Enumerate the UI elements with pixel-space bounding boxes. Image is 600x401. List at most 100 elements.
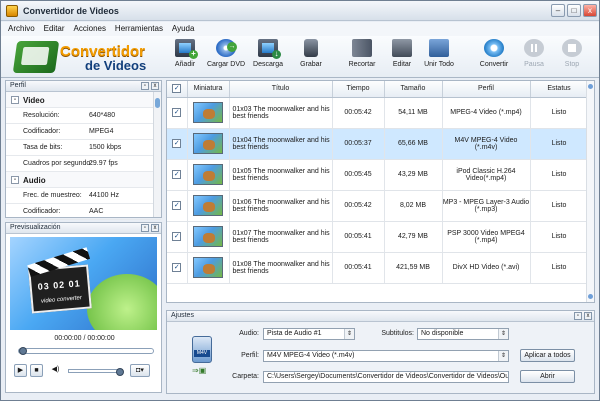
header-time[interactable]: Tiempo xyxy=(332,81,385,98)
video-status: Listo xyxy=(530,190,589,222)
edit-button[interactable]: Editar xyxy=(387,39,417,75)
menu-archivo[interactable]: Archivo xyxy=(8,22,35,36)
collapse-icon[interactable]: - xyxy=(11,176,19,184)
profile-select[interactable]: M4V MPEG-4 Video (*.m4v) ⇕ xyxy=(263,350,509,362)
row-checkbox[interactable]: ✓ xyxy=(172,201,182,210)
header-title[interactable]: Título xyxy=(229,81,333,98)
video-thumbnail[interactable] xyxy=(193,133,223,154)
pause-button[interactable]: Pausa xyxy=(520,39,548,75)
convert-button[interactable]: Convertir xyxy=(477,39,511,75)
menu-herramientas[interactable]: Herramientas xyxy=(115,22,163,36)
load-dvd-button[interactable]: → Cargar DVD xyxy=(206,39,246,75)
video-profile[interactable]: DivX HD Video (*.avi) xyxy=(442,252,531,284)
profile-scrollbar[interactable] xyxy=(153,92,161,217)
menu-bar: Archivo Editar Acciones Herramientas Ayu… xyxy=(1,22,599,36)
panel-pin-icon[interactable]: ▫ xyxy=(141,224,149,232)
leaf-icon xyxy=(87,274,157,330)
app-icon xyxy=(6,5,18,17)
stop-icon xyxy=(562,39,582,57)
add-button[interactable]: + Añadir xyxy=(169,39,201,75)
video-profile[interactable]: MP3 - MPEG Layer-3 Audio (*.mp3) xyxy=(442,190,531,222)
save-profile-icon[interactable]: ⇒▣ xyxy=(192,366,212,376)
dropdown-arrow-icon[interactable]: ⇕ xyxy=(498,351,508,361)
video-thumbnail[interactable] xyxy=(193,257,223,278)
collapse-icon[interactable]: - xyxy=(11,96,19,104)
video-status: Listo xyxy=(530,97,589,129)
volume-slider[interactable] xyxy=(68,368,124,376)
stop-preview-button[interactable]: ■ xyxy=(30,364,43,377)
preview-timecode: 00:00:00 / 00:00:00 xyxy=(54,335,115,342)
minimize-button[interactable]: – xyxy=(551,4,565,17)
panel-pin-icon[interactable]: ▫ xyxy=(574,312,582,320)
device-icon xyxy=(304,39,318,57)
record-button[interactable]: Grabar xyxy=(296,39,326,75)
close-button[interactable]: x xyxy=(583,4,597,17)
trim-button[interactable]: Recortar xyxy=(344,39,380,75)
maximize-button[interactable]: □ xyxy=(567,4,581,17)
video-thumbnail[interactable] xyxy=(193,164,223,185)
menu-acciones[interactable]: Acciones xyxy=(74,22,106,36)
download-button[interactable]: ↓ Descarga xyxy=(249,39,287,75)
row-checkbox[interactable]: ✓ xyxy=(172,263,182,272)
audio-select[interactable]: Pista de Audio #1 ⇕ xyxy=(263,328,355,340)
row-checkbox[interactable]: ✓ xyxy=(172,108,182,117)
seek-knob[interactable] xyxy=(19,347,27,355)
folder-input[interactable]: C:\Users\Sergey\Documents\Convertidor de… xyxy=(263,371,509,383)
table-row[interactable]: ✓ 01x08 The moonwalker and his best frien… xyxy=(167,252,589,284)
play-button[interactable]: ▶ xyxy=(14,364,27,377)
row-checkbox[interactable]: ✓ xyxy=(172,139,182,148)
open-button[interactable]: Abrir xyxy=(520,370,575,383)
scroll-thumb[interactable] xyxy=(155,98,160,108)
seek-slider[interactable] xyxy=(18,347,154,355)
row-checkbox[interactable]: ✓ xyxy=(172,232,182,241)
window-title: Convertidor de Videos xyxy=(23,6,119,16)
video-thumbnail[interactable] xyxy=(193,102,223,123)
panel-pin-icon[interactable]: ▫ xyxy=(141,82,149,90)
panel-close-icon[interactable]: x xyxy=(151,82,159,90)
video-profile[interactable]: MPEG-4 Video (*.mp4) xyxy=(442,97,531,129)
table-row[interactable]: ✓ 01x03 The moonwalker and his best frien… xyxy=(167,97,589,129)
select-all-checkbox[interactable]: ✓ xyxy=(167,81,188,98)
add-video-icon: + xyxy=(175,39,198,59)
dropdown-arrow-icon[interactable]: ⇕ xyxy=(498,329,508,339)
video-status: Listo xyxy=(530,128,589,160)
profile-panel-header: Perfil ▫ x xyxy=(6,81,161,92)
video-profile[interactable]: PSP 3000 Video MPEG4 (*.mp4) xyxy=(442,221,531,253)
video-time: 00:05:42 xyxy=(332,97,385,129)
video-size: 421,59 MB xyxy=(384,252,443,284)
table-row[interactable]: ✓ 01x05 The moonwalker and his best frien… xyxy=(167,159,589,191)
video-time: 00:05:42 xyxy=(332,190,385,222)
volume-knob[interactable] xyxy=(116,368,124,376)
table-row-selected[interactable]: ✓ 01x04 The moonwalker and his best frien… xyxy=(167,128,589,160)
header-thumbnail[interactable]: Miniatura xyxy=(187,81,230,98)
video-thumbnail[interactable] xyxy=(193,195,223,216)
menu-ayuda[interactable]: Ayuda xyxy=(172,22,195,36)
video-size: 8,02 MB xyxy=(384,190,443,222)
header-size[interactable]: Tamaño xyxy=(384,81,443,98)
panel-close-icon[interactable]: x xyxy=(584,312,592,320)
snapshot-button[interactable]: ◘▾ xyxy=(130,364,150,377)
video-profile[interactable]: M4V MPEG-4 Video (*.m4v) xyxy=(442,128,531,160)
subtitles-select[interactable]: No disponible ⇕ xyxy=(417,328,509,340)
profile-format-icon[interactable] xyxy=(192,336,212,363)
table-row[interactable]: ✓ 01x06 The moonwalker and his best frien… xyxy=(167,190,589,222)
scroll-up-icon[interactable] xyxy=(588,84,593,89)
video-group[interactable]: - Video xyxy=(6,92,161,108)
menu-editar[interactable]: Editar xyxy=(44,22,65,36)
header-status[interactable]: Estatus xyxy=(530,81,589,98)
dropdown-arrow-icon[interactable]: ⇕ xyxy=(344,329,354,339)
folder-label: Carpeta: xyxy=(232,373,259,380)
video-profile[interactable]: iPod Classic H.264 Video(*.mp4) xyxy=(442,159,531,191)
table-scrollbar[interactable] xyxy=(586,81,594,302)
row-checkbox[interactable]: ✓ xyxy=(172,170,182,179)
video-status: Listo xyxy=(530,252,589,284)
panel-close-icon[interactable]: x xyxy=(151,224,159,232)
table-row[interactable]: ✓ 01x07 The moonwalker and his best frien… xyxy=(167,221,589,253)
join-all-button[interactable]: Unir Todo xyxy=(422,39,456,75)
header-profile[interactable]: Perfil xyxy=(442,81,531,98)
stop-button[interactable]: Stop xyxy=(558,39,586,75)
video-thumbnail[interactable] xyxy=(193,226,223,247)
audio-group[interactable]: - Audio xyxy=(6,172,161,188)
apply-all-button[interactable]: Aplicar a todos xyxy=(520,349,575,362)
scroll-down-icon[interactable] xyxy=(588,294,593,299)
